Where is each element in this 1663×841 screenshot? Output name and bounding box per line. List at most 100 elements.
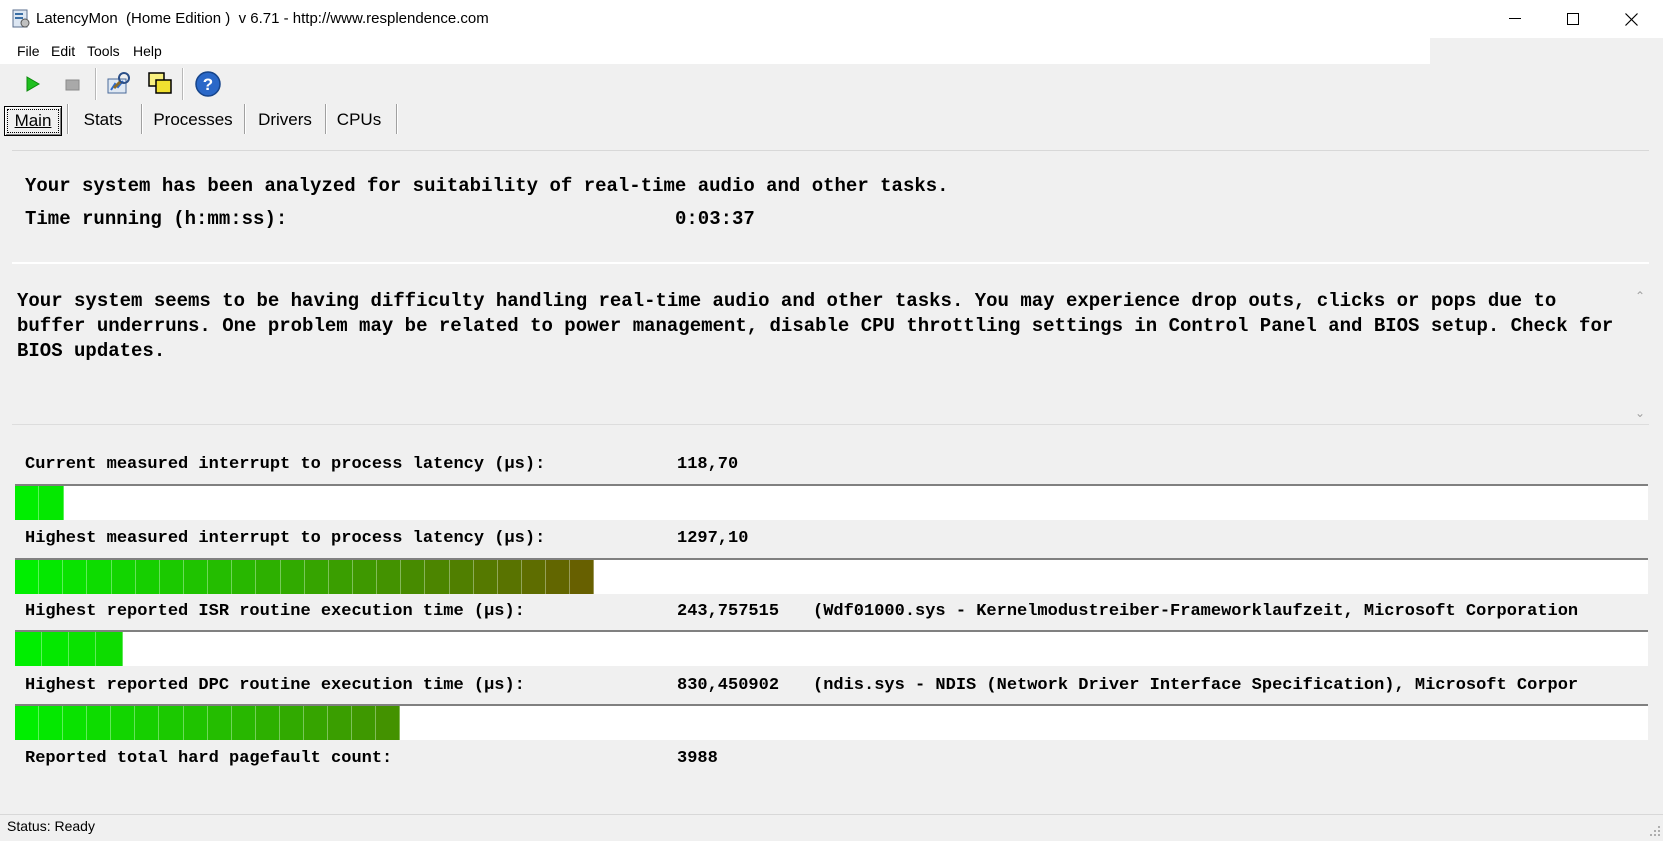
isr-driver-info: (Wdf01000.sys - Kernelmodustreiber-Frame… — [813, 602, 1579, 621]
menu-bar-filler — [1430, 38, 1663, 64]
tab-main[interactable]: Main — [4, 106, 62, 136]
bar-segment — [473, 560, 498, 594]
bar-segment — [279, 706, 304, 740]
dpc-time-bar-fill — [15, 706, 401, 740]
bar-segment — [425, 560, 450, 594]
tab-separator — [325, 104, 327, 134]
svg-text:?: ? — [203, 75, 213, 94]
bar-segment — [401, 560, 426, 594]
app-icon — [12, 9, 30, 29]
bar-segment — [256, 560, 281, 594]
minimize-icon[interactable] — [1486, 0, 1544, 38]
bar-segment — [15, 632, 42, 666]
highest-latency-bar — [15, 558, 1648, 594]
maximize-icon[interactable] — [1544, 0, 1602, 38]
bar-segment — [39, 706, 64, 740]
tab-processes[interactable]: Processes — [148, 106, 238, 134]
bar-segment — [63, 560, 88, 594]
bar-segment — [497, 560, 522, 594]
tab-drivers[interactable]: Drivers — [250, 106, 320, 134]
time-running-label: Time running (h:mm:ss): — [25, 208, 288, 230]
bar-segment — [41, 632, 69, 666]
bar-segment — [207, 706, 232, 740]
bar-segment — [352, 560, 378, 594]
bar-segment — [208, 560, 233, 594]
bar-segment — [449, 560, 474, 594]
menu-file[interactable]: File — [17, 43, 40, 59]
bar-segment — [232, 560, 257, 594]
bar-segment — [68, 632, 96, 666]
isr-time-label: Highest reported ISR routine execution t… — [25, 602, 525, 621]
isr-time-value: 243,757515 — [677, 602, 780, 621]
isr-time-bar-fill — [15, 632, 123, 666]
bar-segment — [280, 560, 305, 594]
status-bar: Status: Ready — [0, 814, 1663, 838]
bar-segment — [546, 560, 571, 594]
bar-segment — [111, 560, 136, 594]
message-box: Your system seems to be having difficult… — [12, 262, 1649, 425]
tab-separator — [396, 104, 398, 134]
message-text: Your system seems to be having difficult… — [17, 290, 1614, 362]
bar-segment — [87, 706, 112, 740]
tab-bar: Main Stats Processes Drivers CPUs — [0, 102, 1663, 136]
resize-grip-icon[interactable] — [1649, 824, 1661, 836]
scroll-up-icon[interactable]: ⌃ — [1635, 289, 1645, 303]
play-icon[interactable] — [17, 69, 47, 99]
bar-segment — [183, 706, 208, 740]
bar-segment — [135, 560, 160, 594]
toolbar-separator — [182, 68, 184, 100]
close-icon[interactable] — [1602, 0, 1660, 38]
scroll-down-icon[interactable]: ⌄ — [1635, 406, 1645, 420]
bar-segment — [255, 706, 280, 740]
current-latency-value: 118,70 — [677, 455, 739, 474]
bar-segment — [352, 706, 377, 740]
bar-segment — [328, 560, 353, 594]
bar-segment — [87, 560, 112, 594]
menu-tools[interactable]: Tools — [87, 43, 120, 59]
bar-segment — [328, 706, 353, 740]
bar-segment — [159, 706, 184, 740]
bar-segment — [183, 560, 209, 594]
bar-segment — [377, 560, 402, 594]
pagefault-value: 3988 — [677, 749, 718, 768]
highest-latency-label: Highest measured interrupt to process la… — [25, 529, 546, 548]
isr-time-bar — [15, 630, 1648, 666]
tab-stats[interactable]: Stats — [72, 106, 134, 134]
menu-bar: File Edit Tools Help — [0, 38, 1430, 64]
bar-segment — [376, 706, 401, 740]
toolbar-separator — [95, 68, 97, 100]
bar-segment — [15, 486, 40, 520]
title-bar: LatencyMon (Home Edition ) v 6.71 - http… — [0, 0, 1663, 39]
bar-segment — [15, 706, 40, 740]
bar-segment — [303, 706, 329, 740]
bar-segment — [15, 560, 40, 594]
bar-segment — [521, 560, 547, 594]
tab-separator — [244, 104, 246, 134]
menu-edit[interactable]: Edit — [51, 43, 75, 59]
current-latency-bar-fill — [15, 486, 64, 520]
tab-separator — [141, 104, 143, 134]
menu-help[interactable]: Help — [133, 43, 162, 59]
status-text: Status: Ready — [7, 818, 95, 834]
bar-segment — [111, 706, 136, 740]
time-running-value: 0:03:37 — [675, 208, 755, 230]
window-icon[interactable] — [145, 69, 175, 99]
analyzed-line: Your system has been analyzed for suitab… — [25, 175, 949, 197]
current-latency-bar — [15, 484, 1648, 520]
bar-segment — [39, 486, 64, 520]
bar-segment — [95, 632, 123, 666]
window-title: LatencyMon (Home Edition ) v 6.71 - http… — [36, 10, 489, 27]
stop-icon[interactable] — [57, 69, 87, 99]
dpc-time-value: 830,450902 — [677, 676, 780, 695]
help-icon[interactable]: ? — [193, 69, 223, 99]
bar-segment — [159, 560, 184, 594]
current-latency-label: Current measured interrupt to process la… — [25, 455, 546, 474]
bar-segment — [135, 706, 160, 740]
pagefault-label: Reported total hard pagefault count: — [25, 749, 393, 768]
dpc-time-label: Highest reported DPC routine execution t… — [25, 676, 525, 695]
tab-cpus[interactable]: CPUs — [330, 106, 388, 134]
dpc-time-bar — [15, 704, 1648, 740]
bar-segment — [39, 560, 64, 594]
dpc-driver-info: (ndis.sys - NDIS (Network Driver Interfa… — [813, 676, 1579, 695]
analyze-icon[interactable] — [104, 69, 134, 99]
